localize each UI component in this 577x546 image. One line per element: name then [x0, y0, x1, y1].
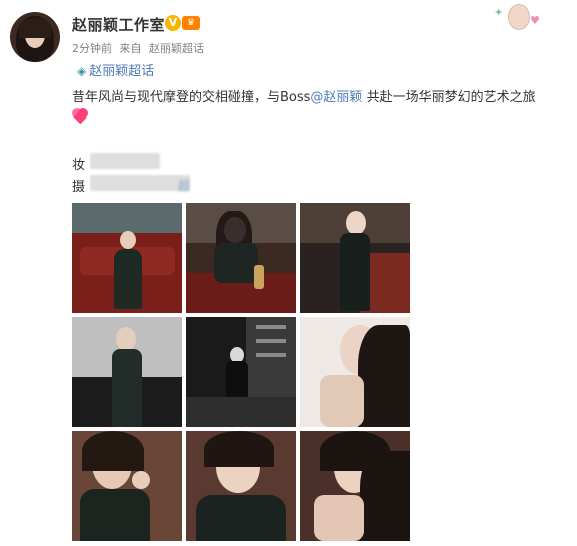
post-text-after: 共赴一场华丽梦幻的艺术之旅 [362, 90, 536, 105]
photo-3[interactable] [300, 203, 410, 313]
blurred-credit-makeup [90, 153, 160, 169]
mention-link[interactable]: @赵丽颖 [310, 90, 362, 105]
source-prefix: 来自 [119, 42, 142, 55]
post-meta: 2分钟前 来自 赵丽颖超话 [72, 40, 208, 56]
double-heart-emoji-icon [72, 108, 88, 125]
credit-photo: 摄 [72, 176, 85, 195]
supertopic-diamond-icon: ◈ [77, 64, 87, 78]
photo-7[interactable] [72, 431, 182, 541]
photo-6[interactable] [300, 317, 410, 427]
credit-makeup-label: 妆 [72, 158, 86, 173]
post-text-before: 昔年风尚与现代摩登的交相碰撞，与Boss [72, 90, 311, 105]
photo-1[interactable] [72, 203, 182, 313]
credit-photo-label: 摄 [72, 180, 86, 195]
credit-makeup: 妆 [72, 154, 85, 173]
supertopic-link[interactable]: ◈ 赵丽颖超话 [77, 60, 154, 79]
supertopic-label: 赵丽颖超话 [89, 64, 155, 79]
decorative-sticker-icon: ✦ ♥ [494, 2, 540, 32]
post-time[interactable]: 2分钟前 [72, 42, 112, 55]
photo-grid [72, 203, 410, 544]
avatar[interactable] [10, 12, 60, 62]
photo-2[interactable] [186, 203, 296, 313]
credit-photo-partial: 超 [178, 179, 191, 193]
photo-5[interactable] [186, 317, 296, 427]
post-text: 昔年风尚与现代摩登的交相碰撞，与Boss@赵丽颖 共赴一场华丽梦幻的艺术之旅 [72, 86, 572, 105]
verified-badge-icon: V [165, 15, 181, 31]
post-source[interactable]: 赵丽颖超话 [149, 42, 204, 55]
photo-8[interactable] [186, 431, 296, 541]
username[interactable]: 赵丽颖工作室 [72, 14, 165, 35]
blurred-credit-photo [90, 175, 190, 191]
vip-badge-icon[interactable]: ♛ [182, 16, 200, 30]
photo-4[interactable] [72, 317, 182, 427]
photo-9[interactable] [300, 431, 410, 541]
